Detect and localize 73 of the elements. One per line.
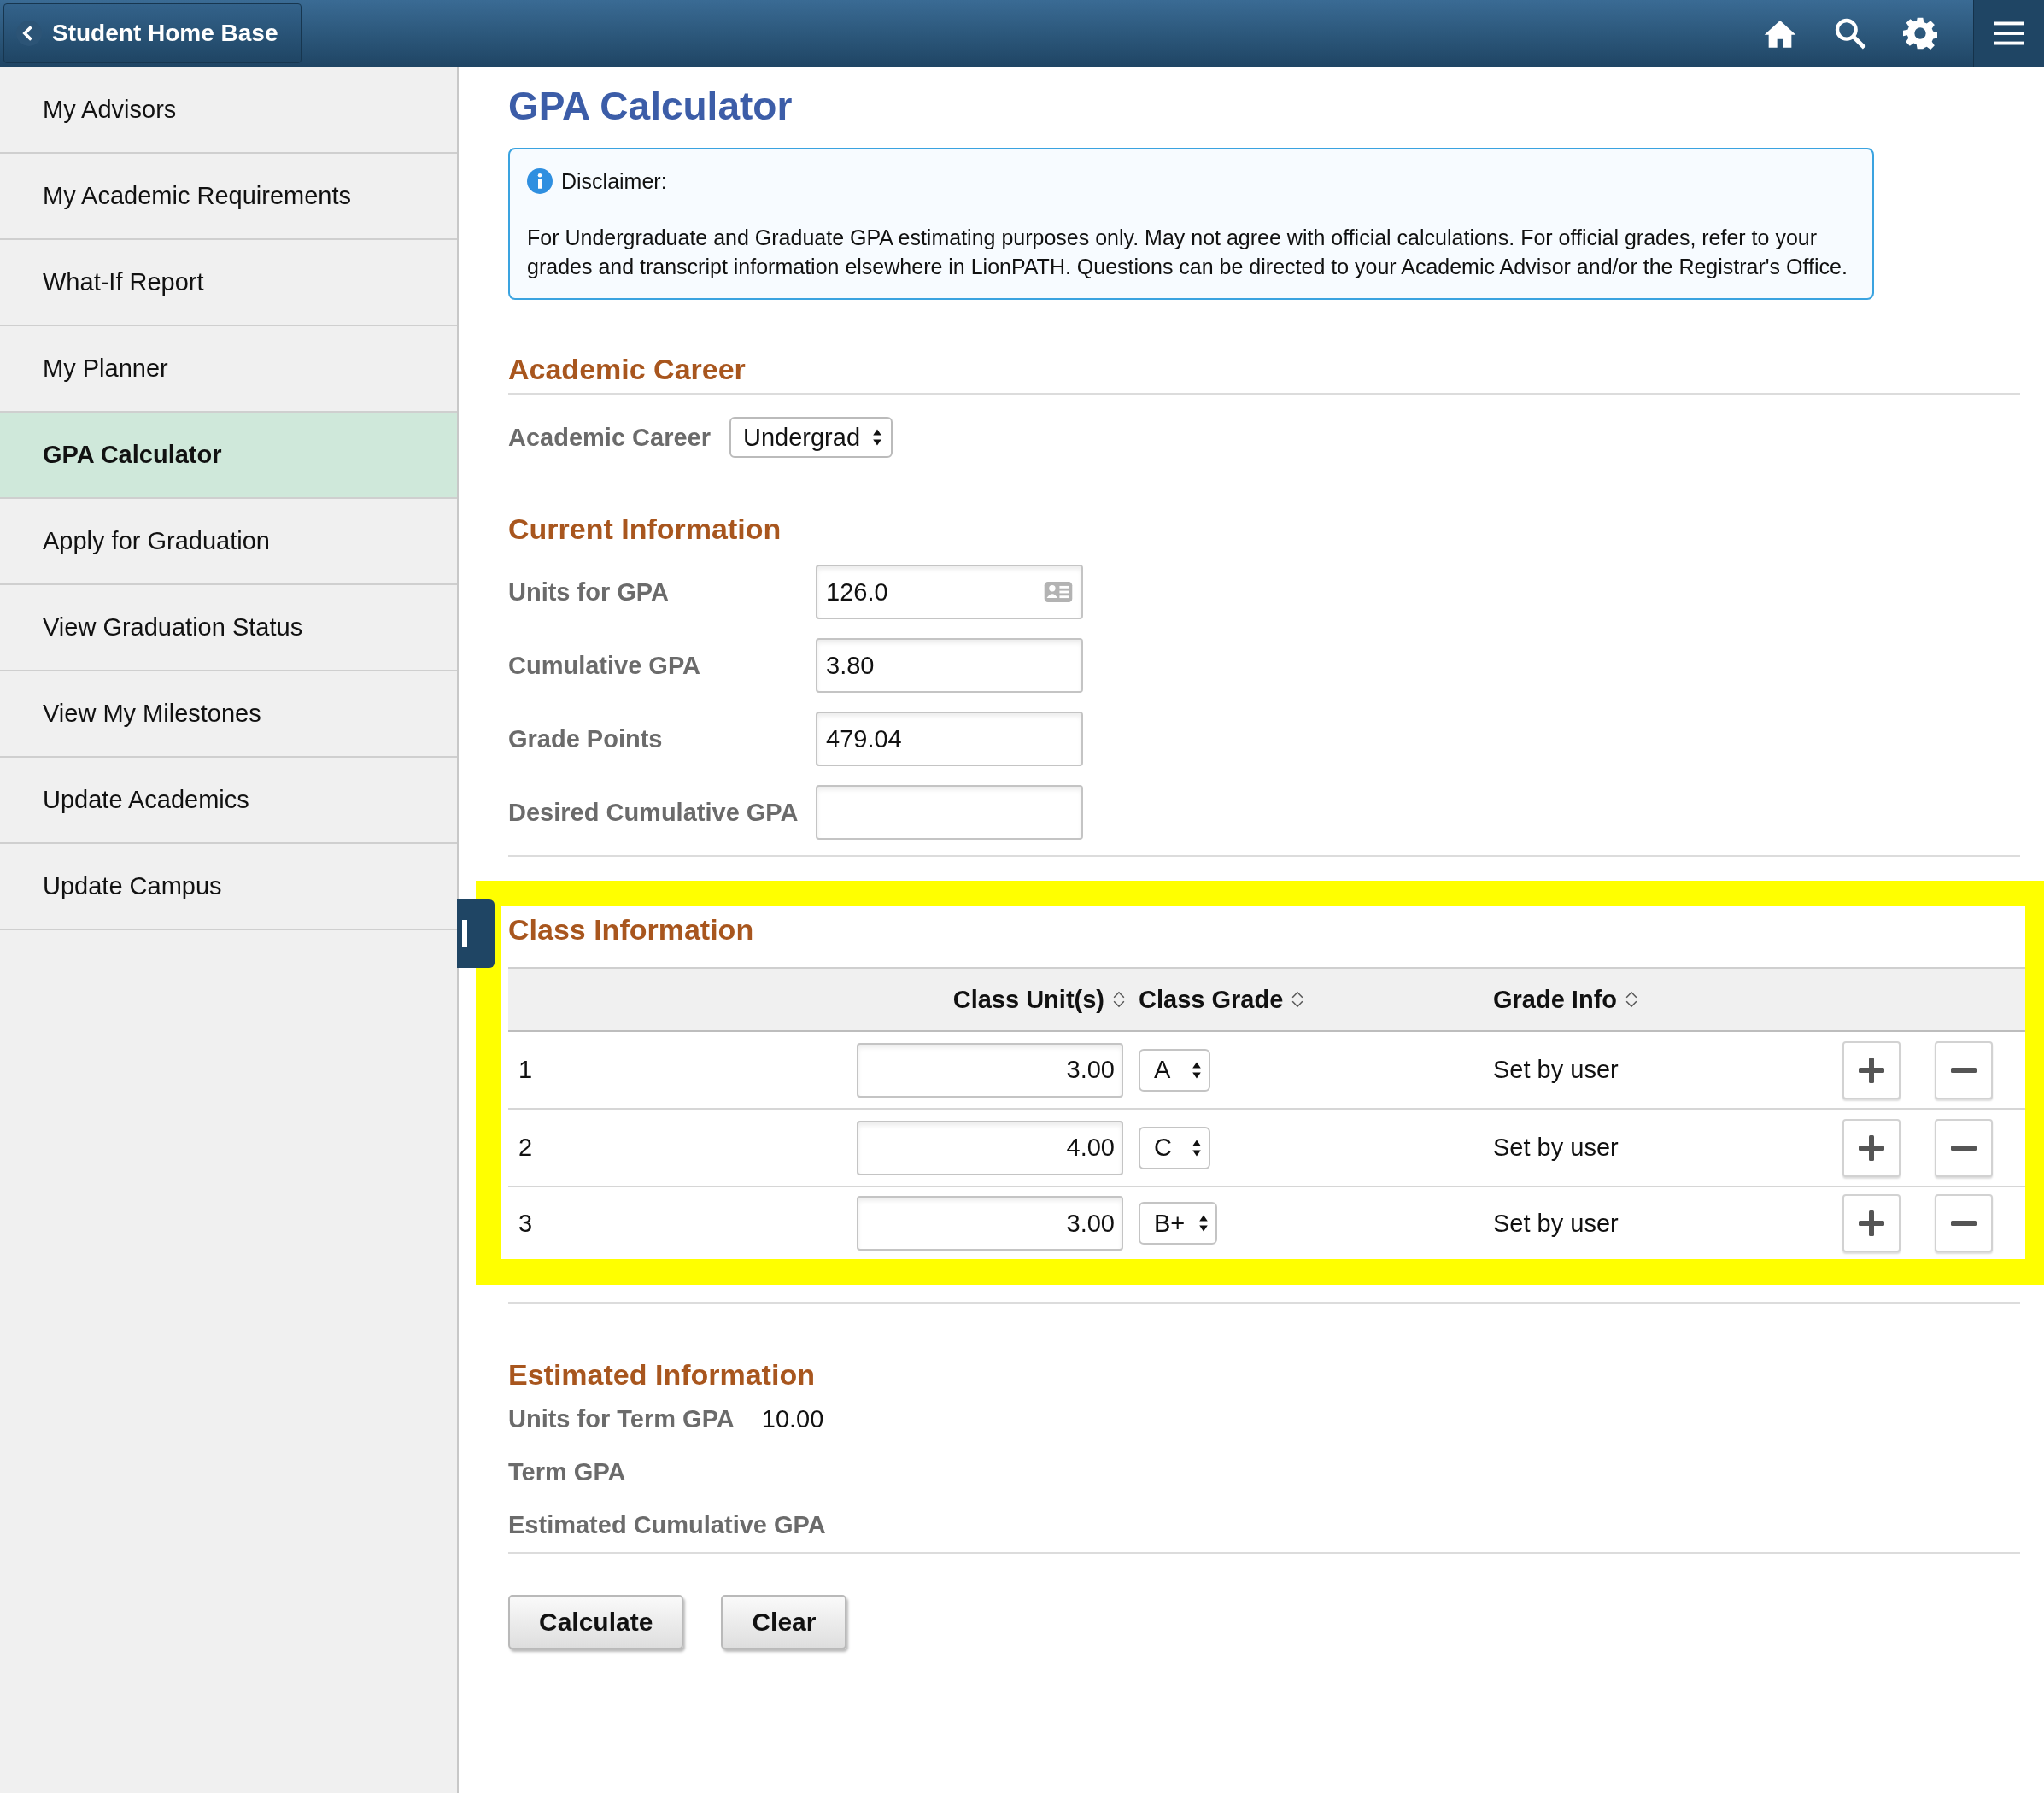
units-field[interactable]: 3.00 — [857, 1042, 1123, 1098]
disclaimer-title: Disclaimer: — [561, 168, 667, 194]
collapse-handle[interactable] — [457, 899, 495, 968]
updown-arrows-icon — [872, 428, 882, 447]
units-field[interactable]: 4.00 — [857, 1120, 1123, 1175]
delete-row-button[interactable] — [1935, 1040, 1993, 1099]
column-header[interactable]: Class Grade — [1139, 985, 1284, 1014]
section-heading: Academic Career — [508, 353, 747, 386]
sidebar-item[interactable]: My Advisors — [0, 67, 457, 154]
minus-icon — [1951, 1221, 1977, 1226]
info-icon — [527, 168, 553, 194]
action-button[interactable]: Clear — [721, 1595, 847, 1649]
sidebar-item[interactable]: GPA Calculator — [0, 413, 457, 499]
minus-icon — [1951, 1145, 1977, 1151]
grade-select[interactable]: C — [1139, 1126, 1210, 1169]
search-icon[interactable] — [1833, 16, 1867, 50]
disclaimer-text: For Undergraduate and Graduate GPA estimating purposes only. May not agree with official calculations. For official grades, refer to your grades and transcript information elsewhere in LionPATH. Questions can be directed to your Academic Advisor and/or the Registrar's Office. — [527, 225, 1848, 280]
add-row-button[interactable] — [1842, 1040, 1901, 1099]
row-number: 2 — [518, 1134, 534, 1162]
field-label: Units for GPA — [508, 577, 670, 606]
table-cell-text: Set by user — [1493, 1134, 1619, 1162]
chevron-left-icon — [16, 21, 42, 46]
sidebar-item[interactable]: View Graduation Status — [0, 585, 457, 671]
field-label: Academic Career — [508, 423, 711, 452]
field-label: Term GPA — [508, 1458, 626, 1486]
table-cell-text: Set by user — [1493, 1209, 1619, 1238]
sort-icon[interactable] — [1291, 990, 1304, 1009]
sidebar-item[interactable]: What-If Report — [0, 240, 457, 326]
plus-icon — [1859, 1057, 1884, 1083]
sidebar-item[interactable]: My Academic Requirements — [0, 154, 457, 240]
section-heading: Class Information — [507, 912, 755, 946]
add-row-button[interactable] — [1842, 1194, 1901, 1252]
table-cell-text: Set by user — [1493, 1056, 1619, 1084]
add-row-button[interactable] — [1842, 1118, 1901, 1177]
sort-icon[interactable] — [1113, 990, 1125, 1009]
grade-select[interactable]: A — [1139, 1048, 1210, 1092]
input-field[interactable]: 479.04 — [816, 712, 1083, 766]
field-label: Units for Term GPA — [508, 1405, 735, 1433]
sidebar-item[interactable]: View My Milestones — [0, 671, 457, 758]
action-button[interactable]: Calculate — [508, 1595, 684, 1649]
updown-arrows-icon — [1192, 1138, 1202, 1157]
section-heading: Current Information — [508, 513, 782, 546]
input-field[interactable] — [816, 785, 1083, 840]
field-label: Cumulative GPA — [508, 651, 702, 680]
minus-icon — [1951, 1067, 1977, 1073]
back-button[interactable]: Student Home Base — [3, 3, 302, 63]
delete-row-button[interactable] — [1935, 1118, 1993, 1177]
input-field[interactable]: 126.0 — [816, 565, 1083, 619]
page-title: GPA Calculator — [508, 83, 794, 130]
field-label: Desired Cumulative GPA — [508, 798, 799, 827]
sidebar-item[interactable]: Apply for Graduation — [0, 499, 457, 585]
row-number: 3 — [518, 1209, 534, 1238]
input-field[interactable]: 3.80 — [816, 638, 1083, 693]
plus-icon — [1859, 1210, 1884, 1236]
field-label: Grade Points — [508, 724, 664, 753]
field-label: Estimated Cumulative GPA — [508, 1511, 826, 1539]
column-header[interactable]: Grade Info — [1493, 985, 1617, 1014]
sort-icon[interactable] — [1625, 990, 1637, 1009]
column-header[interactable]: Class Unit(s) — [952, 985, 1104, 1014]
updown-arrows-icon — [1198, 1214, 1209, 1233]
settings-icon[interactable] — [1903, 16, 1937, 50]
row-number: 1 — [518, 1056, 534, 1084]
career-select[interactable]: Undergrad — [729, 417, 893, 458]
units-field[interactable]: 3.00 — [857, 1196, 1123, 1251]
plus-icon — [1859, 1134, 1884, 1161]
sidebar-item[interactable]: Update Academics — [0, 758, 457, 844]
sidebar-item[interactable]: Update Campus — [0, 844, 457, 930]
delete-row-button[interactable] — [1935, 1194, 1993, 1252]
updown-arrows-icon — [1192, 1060, 1202, 1080]
grade-select[interactable]: B+ — [1139, 1202, 1218, 1245]
section-heading: Estimated Information — [508, 1358, 816, 1392]
field-value: 10.00 — [761, 1405, 824, 1433]
menu-icon[interactable] — [1992, 21, 2026, 46]
